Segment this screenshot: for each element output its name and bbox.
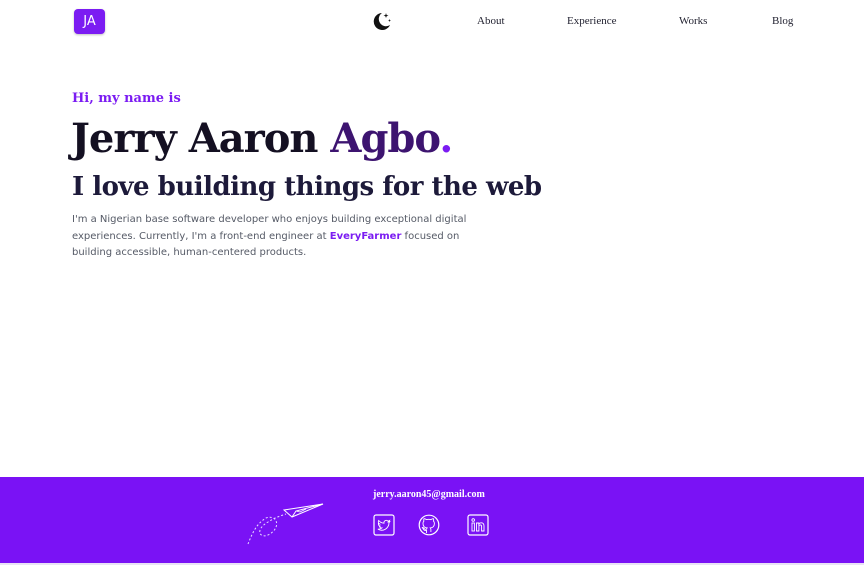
hero-bio: I'm a Nigerian base software developer w… [72,212,492,262]
employer-link[interactable]: EveryFarmer [330,231,402,242]
moon-icon[interactable] [370,10,392,32]
nav-link-works[interactable]: Works [679,15,707,27]
email-link[interactable]: jerry.aaron45@gmail.com [373,489,485,500]
twitter-icon[interactable] [373,514,395,536]
intro-text: Hi, my name is [72,91,181,106]
name-first: Jerry Aaron [71,115,331,162]
github-icon[interactable] [418,514,440,536]
paper-plane-icon [247,503,324,545]
nav-link-about[interactable]: About [477,15,505,27]
name-dot: . [439,115,453,162]
linkedin-icon[interactable] [467,514,489,536]
hero-name: Jerry Aaron Agbo. [71,115,453,162]
logo[interactable]: JA [74,9,105,34]
nav-link-blog[interactable]: Blog [772,15,793,27]
hero-tagline: I love building things for the web [72,172,542,202]
name-last: Agbo [330,115,440,162]
nav-link-experience[interactable]: Experience [567,15,616,27]
